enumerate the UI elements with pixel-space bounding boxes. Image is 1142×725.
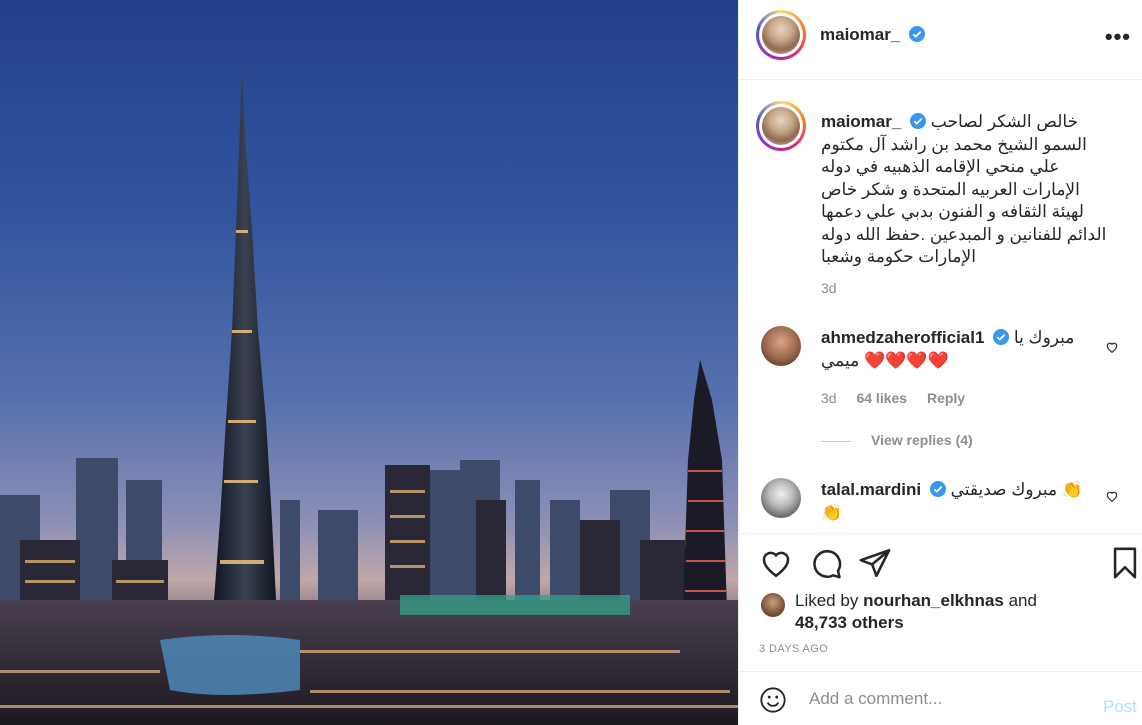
view-replies-label: View replies (4) — [871, 432, 973, 448]
add-comment-input[interactable] — [809, 684, 1079, 714]
post-actions: Liked by nourhan_elkhnas and 48,733 othe… — [739, 533, 1142, 673]
comment-username[interactable]: ahmedzaherofficial1 — [821, 328, 984, 347]
post-photo[interactable] — [0, 0, 738, 725]
caption-text: خالص الشكر لصاحب السمو الشيخ محمد بن راش… — [821, 112, 1107, 266]
add-comment-bar: Post — [739, 671, 1142, 725]
more-options-icon[interactable]: ••• — [1105, 24, 1131, 50]
author-username[interactable]: maiomar_ — [820, 25, 900, 44]
post-date[interactable]: 3 DAYS AGO — [759, 643, 828, 655]
comment-like-heart-icon[interactable] — [1105, 489, 1119, 503]
commenter-avatar[interactable] — [761, 326, 801, 366]
comment-reply-button[interactable]: Reply — [927, 390, 965, 406]
author-avatar-image — [762, 16, 800, 54]
dubai-skyline-image — [0, 72, 738, 725]
author-avatar[interactable] — [756, 10, 806, 60]
comment-timestamp[interactable]: 3d — [821, 390, 837, 406]
verified-badge-icon — [908, 26, 925, 42]
post-details-panel: maiomar_ ••• maiomar_ خالص الشكر لصاحب ا… — [738, 0, 1142, 725]
liker-username[interactable]: nourhan_elkhnas — [863, 591, 1004, 610]
comment-username[interactable]: talal.mardini — [821, 480, 921, 499]
comment-likes-count[interactable]: 64 likes — [856, 390, 907, 406]
verified-badge-icon — [993, 329, 1010, 345]
comment-item: ahmedzaherofficial1 مبروك يا ❤️❤️❤️❤️ مي… — [821, 327, 1089, 372]
like-heart-icon[interactable] — [759, 546, 793, 580]
comments-list[interactable]: maiomar_ خالص الشكر لصاحب السمو الشيخ مح… — [739, 81, 1142, 533]
post-comment-button[interactable]: Post — [1103, 697, 1137, 717]
likes-and: and — [1008, 591, 1037, 610]
likes-prefix: Liked by — [795, 591, 859, 610]
comment-like-heart-icon[interactable] — [1105, 340, 1119, 354]
post-caption: maiomar_ خالص الشكر لصاحب السمو الشيخ مح… — [821, 111, 1113, 269]
comment-bubble-icon[interactable] — [809, 546, 843, 580]
liker-avatar[interactable] — [761, 593, 785, 617]
post-header: maiomar_ ••• — [739, 0, 1142, 80]
save-bookmark-icon[interactable] — [1108, 546, 1142, 580]
verified-badge-icon — [929, 481, 946, 497]
comment-item: talal.mardini مبروك صديقتي 👏 👏 — [821, 479, 1089, 524]
likes-others-count[interactable]: 48,733 others — [795, 613, 904, 632]
share-paper-plane-icon[interactable] — [858, 546, 892, 580]
likes-summary: Liked by nourhan_elkhnas and 48,733 othe… — [795, 590, 1037, 634]
view-replies-button[interactable]: View replies (4) — [821, 432, 973, 448]
emoji-smiley-icon[interactable] — [759, 686, 787, 714]
caption-timestamp[interactable]: 3d — [821, 280, 837, 296]
caption-avatar-image — [762, 107, 800, 145]
caption-username[interactable]: maiomar_ — [821, 112, 901, 131]
comment-meta: 3d 64 likes Reply — [821, 390, 965, 406]
replies-divider — [821, 440, 851, 442]
caption-author-avatar[interactable] — [756, 101, 806, 151]
verified-badge-icon — [910, 113, 927, 129]
commenter-avatar[interactable] — [761, 478, 801, 518]
